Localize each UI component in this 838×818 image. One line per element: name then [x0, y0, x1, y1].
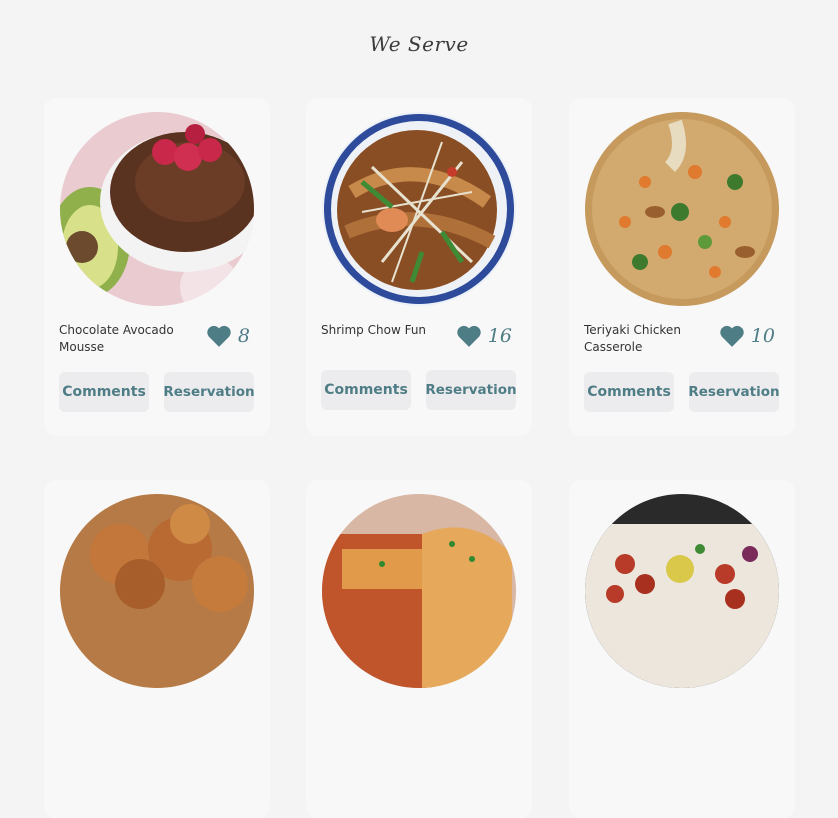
dish-card: [44, 480, 270, 818]
comments-button[interactable]: Comments: [59, 372, 149, 412]
dish-image: [322, 112, 516, 306]
dish-image: [585, 112, 779, 306]
comments-button[interactable]: Comments: [321, 370, 411, 410]
dish-name: Teriyaki Chicken Casserole: [584, 323, 681, 354]
comments-button[interactable]: Comments: [584, 372, 674, 412]
reservation-button[interactable]: Reservation: [425, 370, 517, 410]
dish-card: Teriyaki Chicken Casserole 10 Comments R…: [569, 98, 795, 436]
dish-image: [585, 494, 779, 688]
page-title: We Serve: [369, 32, 469, 56]
dish-card: [306, 480, 532, 818]
dish-card: Shrimp Chow Fun 16 Comments Reservation: [306, 98, 532, 436]
dish-name: Shrimp Chow Fun: [321, 323, 427, 337]
heart-icon[interactable]: [456, 324, 482, 348]
dish-name: Chocolate Avocado Mousse: [59, 323, 174, 354]
heart-icon[interactable]: [206, 324, 232, 348]
like-count: 8: [237, 325, 250, 347]
dish-card: Chocolate Avocado Mousse 8 Comments Rese…: [44, 98, 270, 436]
like-counter[interactable]: 10: [719, 324, 775, 348]
heart-icon[interactable]: [719, 324, 745, 348]
dish-image: [60, 494, 254, 688]
reservation-button[interactable]: Reservation: [688, 372, 780, 412]
dish-card: [569, 480, 795, 818]
like-count: 16: [487, 325, 512, 347]
like-counter[interactable]: 16: [456, 324, 512, 348]
dish-image: [60, 112, 254, 306]
like-count: 10: [750, 325, 775, 347]
like-counter[interactable]: 8: [206, 324, 250, 348]
dish-image: [322, 494, 516, 688]
reservation-button[interactable]: Reservation: [163, 372, 255, 412]
